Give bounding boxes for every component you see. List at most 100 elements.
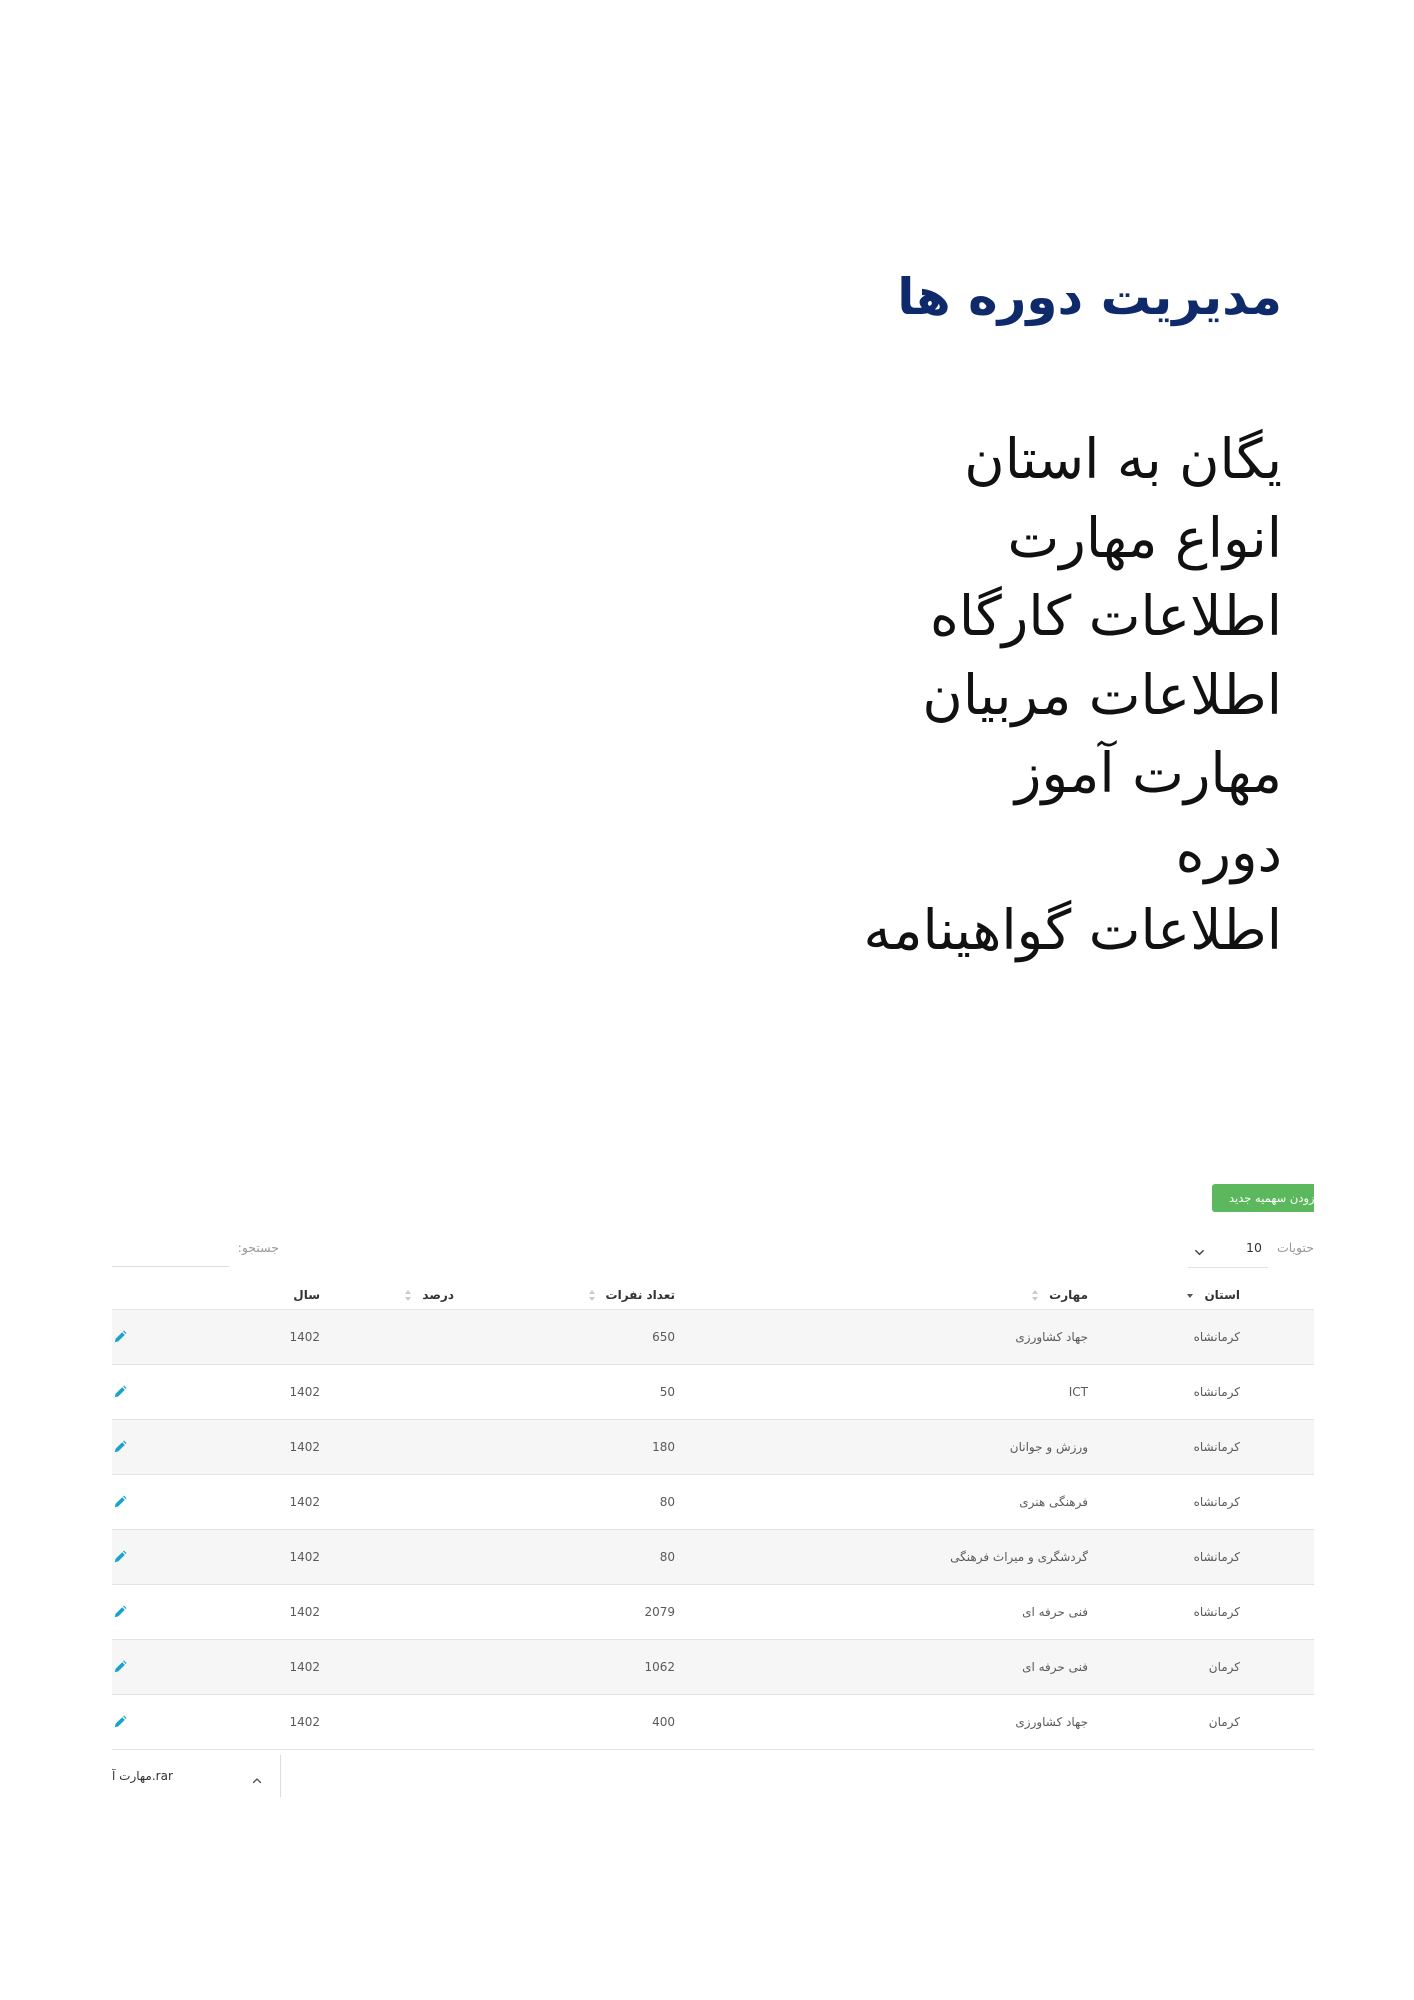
cell-percent — [362, 1364, 492, 1419]
column-header-count[interactable]: تعداد نفرات — [492, 1281, 712, 1309]
cell-percent — [362, 1309, 492, 1364]
cell-year: 1402 — [289, 1329, 320, 1344]
cell-province: کرمانشاه — [1193, 1604, 1240, 1619]
table-header-row: استان مهارت تعداد نفرات درصد سال — [112, 1281, 1314, 1309]
page-length-select[interactable]: 10 — [1246, 1240, 1262, 1255]
edit-icon[interactable] — [113, 1330, 127, 1344]
column-header-percent[interactable]: درصد — [362, 1281, 492, 1309]
cell-province: کرمانشاه — [1193, 1549, 1240, 1564]
table-row: کرمانشاه جهاد کشاورزی 650 1402 — [112, 1309, 1314, 1364]
cell-year: 1402 — [289, 1439, 320, 1454]
search-input[interactable] — [112, 1243, 229, 1267]
cell-year: 1402 — [289, 1604, 320, 1619]
cell-skill: فنی حرفه ای — [1022, 1659, 1088, 1674]
table-row: کرمان جهاد کشاورزی 400 1402 — [112, 1694, 1314, 1749]
column-header-province[interactable]: استان — [1122, 1281, 1314, 1309]
cell-province: کرمانشاه — [1193, 1439, 1240, 1454]
list-item: دوره — [1175, 819, 1282, 884]
table-row: کرمانشاه فنی حرفه ای 2079 1402 — [112, 1584, 1314, 1639]
cell-province: کرمانشاه — [1193, 1384, 1240, 1399]
column-header-label: سال — [293, 1287, 320, 1302]
table-row: کرمان فنی حرفه ای 1062 1402 — [112, 1639, 1314, 1694]
column-header-year[interactable]: سال — [172, 1281, 362, 1309]
list-item: انواع مهارت — [1007, 505, 1283, 570]
cell-skill: جهاد کشاورزی — [1015, 1329, 1088, 1344]
quota-table: استان مهارت تعداد نفرات درصد سال کرمانشا… — [112, 1281, 1314, 1750]
cell-province: کرمانشاه — [1193, 1329, 1240, 1344]
cell-count: 400 — [652, 1714, 675, 1729]
list-item: اطلاعات کارگاه — [930, 584, 1282, 648]
cell-skill: فنی حرفه ای — [1022, 1604, 1088, 1619]
cell-actions — [112, 1694, 172, 1749]
cell-count: 650 — [652, 1329, 675, 1344]
cell-count: 180 — [652, 1439, 675, 1454]
cell-actions — [112, 1364, 172, 1419]
cell-year: 1402 — [289, 1494, 320, 1509]
column-header-label: استان — [1204, 1287, 1240, 1302]
edit-icon[interactable] — [113, 1605, 127, 1619]
cell-actions — [112, 1639, 172, 1694]
list-item: اطلاعات مربیان — [922, 662, 1282, 727]
edit-icon[interactable] — [113, 1440, 127, 1454]
cell-skill: ورزش و جوانان — [1009, 1439, 1088, 1454]
download-bar: مهارت آ.rar — [112, 1755, 1314, 1799]
table-row: کرمانشاه گردشگری و میراث فرهنگی 80 1402 — [112, 1529, 1314, 1584]
cell-actions — [112, 1309, 172, 1364]
cell-count: 80 — [659, 1549, 675, 1564]
sort-desc-icon — [1187, 1290, 1194, 1301]
cell-province: کرمان — [1208, 1659, 1240, 1674]
cell-year: 1402 — [289, 1549, 320, 1564]
cell-year: 1402 — [289, 1714, 320, 1729]
search-label: جستجو: — [237, 1240, 279, 1255]
column-header-label: تعداد نفرات — [605, 1287, 675, 1302]
page-title: مدیریت دوره ها — [897, 268, 1282, 326]
cell-percent — [362, 1474, 492, 1529]
embedded-screenshot: زودن سهمیه جدید حتویات 10 جستجو: استان م… — [112, 1163, 1314, 1803]
edit-icon[interactable] — [113, 1660, 127, 1674]
sort-icon — [1032, 1289, 1039, 1301]
edit-icon[interactable] — [113, 1550, 127, 1564]
page-length-underline — [1188, 1267, 1268, 1268]
cell-skill: ICT — [1068, 1384, 1088, 1399]
chevron-down-icon[interactable] — [1194, 1243, 1205, 1256]
topic-list: یگان به استان انواع مهارت اطلاعات کارگاه… — [382, 420, 1283, 970]
column-header-label: درصد — [422, 1287, 454, 1302]
cell-skill: گردشگری و میراث فرهنگی — [950, 1549, 1088, 1564]
cell-count: 50 — [659, 1384, 675, 1399]
cell-skill: فرهنگی هنری — [1019, 1494, 1088, 1509]
cell-percent — [362, 1584, 492, 1639]
cell-percent — [362, 1529, 492, 1584]
cell-percent — [362, 1419, 492, 1474]
edit-icon[interactable] — [113, 1715, 127, 1729]
cell-year: 1402 — [289, 1659, 320, 1674]
table-row: کرمانشاه فرهنگی هنری 80 1402 — [112, 1474, 1314, 1529]
cell-percent — [362, 1639, 492, 1694]
list-item: مهارت آموز — [1014, 741, 1282, 805]
add-quota-button[interactable]: زودن سهمیه جدید — [1212, 1184, 1314, 1212]
download-file-name[interactable]: مهارت آ.rar — [112, 1769, 173, 1783]
edit-icon[interactable] — [113, 1495, 127, 1509]
cell-count: 2079 — [644, 1604, 675, 1619]
edit-icon[interactable] — [113, 1385, 127, 1399]
add-quota-button-label: زودن سهمیه جدید — [1229, 1191, 1314, 1205]
column-header-skill[interactable]: مهارت — [712, 1281, 1122, 1309]
page-length-label: حتویات — [1276, 1240, 1314, 1255]
table-row: کرمانشاه ورزش و جوانان 180 1402 — [112, 1419, 1314, 1474]
column-header-actions — [112, 1281, 172, 1309]
chevron-up-icon[interactable] — [251, 1772, 263, 1784]
column-header-label: مهارت — [1049, 1287, 1088, 1302]
cell-skill: جهاد کشاورزی — [1015, 1714, 1088, 1729]
cell-actions — [112, 1474, 172, 1529]
list-item: اطلاعات گواهینامه — [863, 898, 1283, 962]
cell-count: 80 — [659, 1494, 675, 1509]
cell-percent — [362, 1694, 492, 1749]
cell-province: کرمان — [1208, 1714, 1240, 1729]
download-bar-divider — [280, 1755, 281, 1797]
cell-year: 1402 — [289, 1384, 320, 1399]
cell-province: کرمانشاه — [1193, 1494, 1240, 1509]
sort-icon — [588, 1289, 596, 1301]
cell-actions — [112, 1419, 172, 1474]
cell-actions — [112, 1529, 172, 1584]
cell-count: 1062 — [644, 1659, 675, 1674]
cell-actions — [112, 1584, 172, 1639]
